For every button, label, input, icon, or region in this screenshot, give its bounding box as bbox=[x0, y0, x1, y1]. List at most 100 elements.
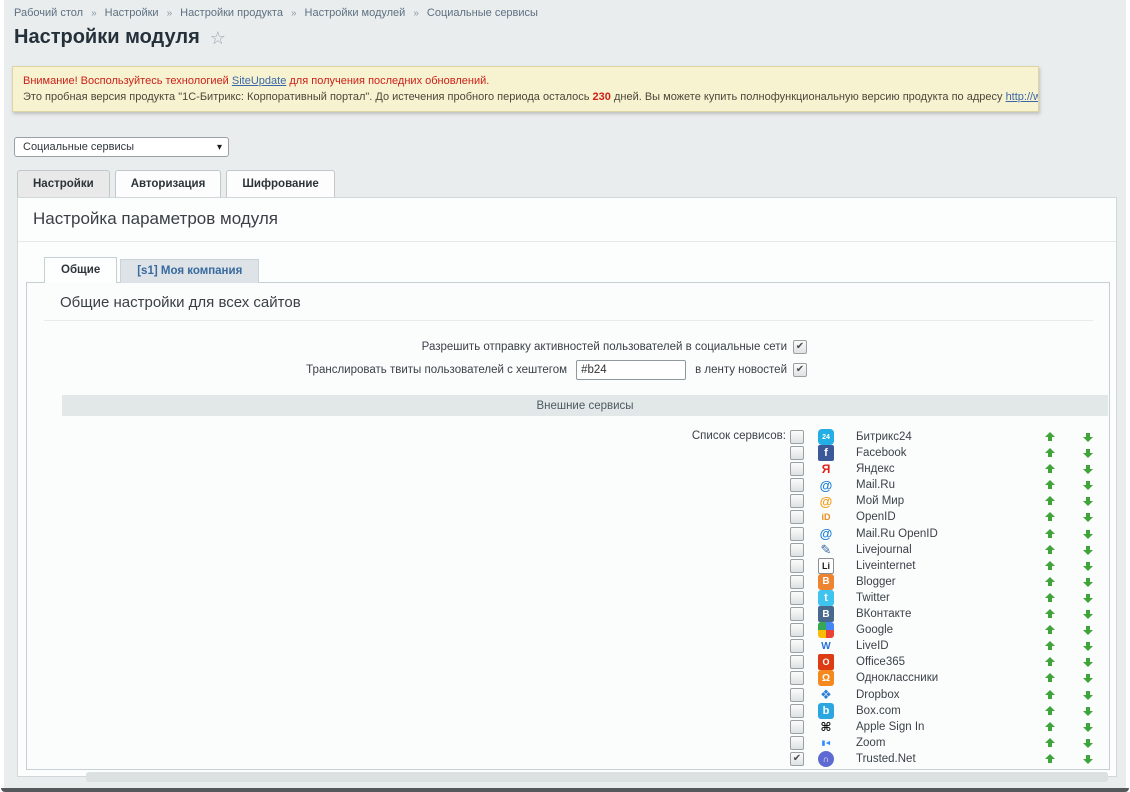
vkontakte-checkbox[interactable] bbox=[790, 607, 804, 621]
site-tab[interactable]: Общие bbox=[44, 257, 117, 283]
apple-sign-in-checkbox[interactable] bbox=[790, 720, 804, 734]
move-up-icon[interactable] bbox=[1045, 545, 1055, 555]
move-up-icon[interactable] bbox=[1045, 480, 1055, 490]
move-up-icon[interactable] bbox=[1045, 690, 1055, 700]
service-name: Mail.Ru bbox=[856, 479, 895, 491]
service-row: @Mail.Ru OpenID bbox=[0, 526, 1130, 542]
service-row: ⌘Apple Sign In bbox=[0, 719, 1130, 735]
yandex-checkbox[interactable] bbox=[790, 462, 804, 476]
buy-link[interactable]: http://www.1c-bitrix.ru/buy/ bbox=[1006, 91, 1039, 103]
site-tab[interactable]: [s1] Моя компания bbox=[120, 259, 259, 283]
move-down-icon[interactable] bbox=[1083, 722, 1093, 732]
livejournal-checkbox[interactable] bbox=[790, 543, 804, 557]
breadcrumb-item[interactable]: Настройки модулей bbox=[305, 7, 406, 19]
zoom-checkbox[interactable] bbox=[790, 736, 804, 750]
service-name: Blogger bbox=[856, 576, 896, 588]
main-tab[interactable]: Шифрование bbox=[226, 170, 334, 198]
move-down-icon[interactable] bbox=[1083, 673, 1093, 683]
google-icon bbox=[818, 622, 834, 638]
breadcrumb-item[interactable]: Социальные сервисы bbox=[427, 7, 538, 19]
mailru-checkbox[interactable] bbox=[790, 478, 804, 492]
move-up-icon[interactable] bbox=[1045, 432, 1055, 442]
tweets-feed-checkbox[interactable]: ✔ bbox=[793, 363, 807, 377]
horizontal-scrollbar[interactable] bbox=[86, 772, 1108, 782]
move-up-icon[interactable] bbox=[1045, 625, 1055, 635]
move-up-icon[interactable] bbox=[1045, 561, 1055, 571]
move-up-icon[interactable] bbox=[1045, 464, 1055, 474]
breadcrumb-item[interactable]: Настройки bbox=[105, 7, 159, 19]
move-down-icon[interactable] bbox=[1083, 561, 1093, 571]
box-com-checkbox[interactable] bbox=[790, 704, 804, 718]
move-down-icon[interactable] bbox=[1083, 706, 1093, 716]
liveid-checkbox[interactable] bbox=[790, 639, 804, 653]
office365-checkbox[interactable] bbox=[790, 655, 804, 669]
move-down-icon[interactable] bbox=[1083, 448, 1093, 458]
move-up-icon[interactable] bbox=[1045, 673, 1055, 683]
odnoklassniki-icon: Ω bbox=[818, 670, 834, 686]
move-down-icon[interactable] bbox=[1083, 738, 1093, 748]
service-name: Mail.Ru OpenID bbox=[856, 528, 938, 540]
warning-text: для получения последних обновлений. bbox=[286, 75, 489, 87]
vkontakte-icon: В bbox=[818, 606, 834, 622]
move-down-icon[interactable] bbox=[1083, 545, 1093, 555]
trusted-net-checkbox[interactable]: ✔ bbox=[790, 752, 804, 766]
liveinternet-checkbox[interactable] bbox=[790, 559, 804, 573]
twitter-checkbox[interactable] bbox=[790, 591, 804, 605]
breadcrumb-item[interactable]: Рабочий стол bbox=[14, 7, 83, 19]
openid-checkbox[interactable] bbox=[790, 510, 804, 524]
dropbox-checkbox[interactable] bbox=[790, 688, 804, 702]
mailru-openid-checkbox[interactable] bbox=[790, 527, 804, 541]
service-row: @Mail.Ru bbox=[0, 477, 1130, 493]
move-down-icon[interactable] bbox=[1083, 464, 1093, 474]
moy-mir-checkbox[interactable] bbox=[790, 494, 804, 508]
move-down-icon[interactable] bbox=[1083, 609, 1093, 619]
move-up-icon[interactable] bbox=[1045, 512, 1055, 522]
service-row: fFacebook bbox=[0, 445, 1130, 461]
move-down-icon[interactable] bbox=[1083, 641, 1093, 651]
module-select[interactable]: Социальные сервисы ▾ bbox=[14, 137, 229, 157]
move-down-icon[interactable] bbox=[1083, 529, 1093, 539]
tweets-feed-label: в ленту новостей bbox=[695, 364, 787, 376]
move-down-icon[interactable] bbox=[1083, 690, 1093, 700]
move-up-icon[interactable] bbox=[1045, 738, 1055, 748]
google-checkbox[interactable] bbox=[790, 623, 804, 637]
liveid-icon: W bbox=[818, 638, 834, 654]
move-up-icon[interactable] bbox=[1045, 641, 1055, 651]
move-up-icon[interactable] bbox=[1045, 754, 1055, 764]
service-row: ✔∩Trusted.Net bbox=[0, 751, 1130, 767]
move-up-icon[interactable] bbox=[1045, 706, 1055, 716]
move-down-icon[interactable] bbox=[1083, 593, 1093, 603]
move-up-icon[interactable] bbox=[1045, 577, 1055, 587]
move-down-icon[interactable] bbox=[1083, 754, 1093, 764]
hashtag-input[interactable] bbox=[576, 360, 686, 380]
facebook-checkbox[interactable] bbox=[790, 446, 804, 460]
breadcrumb: Рабочий стол»Настройки»Настройки продукт… bbox=[14, 7, 538, 19]
move-up-icon[interactable] bbox=[1045, 657, 1055, 667]
move-up-icon[interactable] bbox=[1045, 722, 1055, 732]
move-up-icon[interactable] bbox=[1045, 609, 1055, 619]
move-down-icon[interactable] bbox=[1083, 496, 1093, 506]
move-down-icon[interactable] bbox=[1083, 657, 1093, 667]
move-up-icon[interactable] bbox=[1045, 448, 1055, 458]
breadcrumb-item[interactable]: Настройки продукта bbox=[180, 7, 283, 19]
services-list-label: Список сервисов: bbox=[692, 430, 786, 442]
favorite-star-icon[interactable]: ☆ bbox=[210, 28, 226, 48]
allow-activity-checkbox[interactable]: ✔ bbox=[793, 340, 807, 354]
main-tab[interactable]: Авторизация bbox=[115, 170, 222, 198]
move-down-icon[interactable] bbox=[1083, 432, 1093, 442]
main-tab[interactable]: Настройки bbox=[17, 170, 110, 198]
move-down-icon[interactable] bbox=[1083, 480, 1093, 490]
move-down-icon[interactable] bbox=[1083, 625, 1093, 635]
service-name: Facebook bbox=[856, 447, 907, 459]
siteupdate-link[interactable]: SiteUpdate bbox=[232, 75, 286, 87]
days-left-value: 230 bbox=[593, 91, 611, 103]
bitrix24-checkbox[interactable] bbox=[790, 430, 804, 444]
move-down-icon[interactable] bbox=[1083, 512, 1093, 522]
blogger-checkbox[interactable] bbox=[790, 575, 804, 589]
move-down-icon[interactable] bbox=[1083, 577, 1093, 587]
odnoklassniki-checkbox[interactable] bbox=[790, 671, 804, 685]
move-up-icon[interactable] bbox=[1045, 529, 1055, 539]
move-up-icon[interactable] bbox=[1045, 593, 1055, 603]
service-row: Google bbox=[0, 622, 1130, 638]
move-up-icon[interactable] bbox=[1045, 496, 1055, 506]
